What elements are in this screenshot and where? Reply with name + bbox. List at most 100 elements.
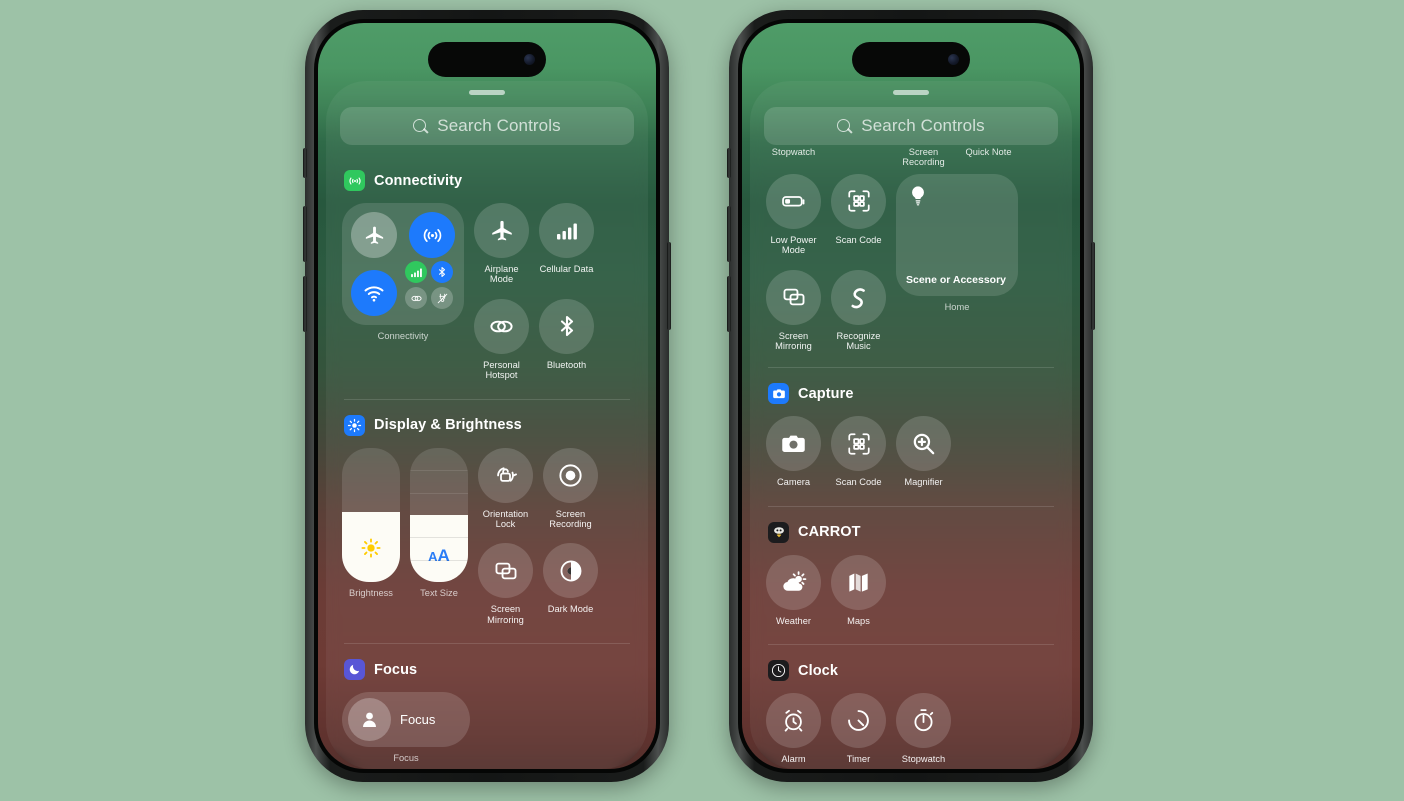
tile-alarm[interactable]: Alarm [766,693,821,764]
tile-weather[interactable]: Weather [766,554,821,626]
section-header-focus: Focus [344,659,632,681]
connectivity-module-wrap: Connectivity [342,203,464,381]
tile-label: Cellular Data [539,264,594,274]
right-screen: Search Controls Stopwatch Screen Recordi… [742,23,1080,769]
tile-label: Alarm [781,754,806,765]
bluetooth-icon [539,298,594,354]
volume-up-button[interactable] [727,206,731,262]
record-icon [543,447,598,503]
section-divider [768,505,1054,507]
carrot-app-icon [768,521,789,543]
tile-camera[interactable]: Camera [766,416,821,487]
tile-label: Weather [776,615,811,626]
display-controls: Brightness AA Text Size Orientation Lock… [342,447,632,626]
tile-label: Dark Mode [547,604,594,615]
carrot-tiles: Weather Maps [766,554,1056,626]
tile-cellular-data[interactable]: Cellular Data [539,203,594,285]
bluetooth-toggle[interactable] [431,261,453,283]
tile-label: Airplane Mode [484,264,519,285]
control-center-sheet: Search Controls Stopwatch Screen Recordi… [750,81,1072,769]
clock-app-icon [768,660,789,682]
volume-down-button[interactable] [303,276,307,332]
widget-caption: Home [944,301,970,312]
airplane-mode-toggle[interactable] [351,212,397,258]
sun-icon [360,537,382,564]
connectivity-tiles: Airplane Mode Cellular Data Personal Hot… [474,203,594,381]
home-tiles-row-1: Low Power Mode Scan Code [766,173,886,256]
brightness-slider[interactable] [342,447,400,582]
clipped-label-stopwatch: Stopwatch [771,147,816,157]
connectivity-tiles-row-1: Airplane Mode Cellular Data [474,203,594,285]
tile-label: Personal Hotspot [483,359,520,381]
camera-icon [766,416,821,472]
section-title: Focus [374,661,418,678]
section-title: CARROT [798,524,861,541]
home-top-controls: Low Power Mode Scan Code Screen Mirrorin… [766,173,1056,352]
focus-pill-label: Focus [400,712,436,728]
section-header-display: Display & Brightness [344,414,632,436]
connectivity-module[interactable] [342,203,464,325]
dynamic-island [428,42,546,77]
clock-tiles: Alarm Timer Stopwatch [766,693,1056,764]
connectivity-controls: Connectivity Airplane Mode Cellular Data… [342,203,632,381]
qr-scan-icon [831,173,886,229]
camera-icon [768,383,789,405]
scene-or-accessory-widget[interactable]: Scene or Accessory [896,173,1018,296]
search-input[interactable]: Search Controls [764,107,1058,145]
search-placeholder: Search Controls [861,116,985,135]
satellite-toggle[interactable] [431,287,453,309]
moon-icon [344,659,365,681]
section-header-carrot: CARROT [768,521,1056,543]
connectivity-module-label: Connectivity [377,331,429,341]
tile-screen-mirroring[interactable]: Screen Mirroring [478,543,533,625]
home-tiles-row-2: Screen Mirroring Recognize Music [766,269,886,352]
tile-label: Screen Recording [549,508,592,530]
tile-label: Scan Code [835,234,882,245]
tile-magnifier[interactable]: Magnifier [896,416,951,487]
timer-icon [831,693,886,749]
tile-scan-code-capture[interactable]: Scan Code [831,416,886,487]
tile-personal-hotspot[interactable]: Personal Hotspot [474,298,529,381]
silence-switch[interactable] [727,148,731,178]
silence-switch[interactable] [303,148,307,178]
focus-toggle[interactable]: Focus [342,692,470,748]
focus-control-wrap: Focus Focus [342,692,470,763]
sheet-grabber[interactable] [893,90,929,95]
capture-tiles: Camera Scan Code Magnifier [766,416,1056,487]
volume-down-button[interactable] [727,276,731,332]
airplane-icon [474,203,529,258]
brightness-icon [344,414,365,436]
tile-timer[interactable]: Timer [831,693,886,764]
cellular-bars-icon [539,203,594,258]
power-button[interactable] [1091,242,1095,330]
right-phone: Search Controls Stopwatch Screen Recordi… [727,10,1095,782]
tile-screen-mirroring-home[interactable]: Screen Mirroring [766,269,821,352]
tile-low-power-mode[interactable]: Low Power Mode [766,173,821,256]
search-icon [413,118,428,134]
tile-label: Stopwatch [901,754,946,765]
cellular-data-toggle[interactable] [405,261,427,283]
tile-scan-code-home[interactable]: Scan Code [831,173,886,256]
tile-airplane-mode[interactable]: Airplane Mode [474,203,529,285]
screen-mirroring-icon [478,543,533,599]
airdrop-toggle[interactable] [409,212,455,258]
sheet-grabber[interactable] [469,90,505,95]
tile-stopwatch[interactable]: Stopwatch [896,693,951,764]
tile-recognize-music[interactable]: Recognize Music [831,269,886,352]
connectivity-tiles-row-2: Personal Hotspot Bluetooth [474,298,594,381]
controls-scroll-area[interactable]: Stopwatch Screen Recording Quick Note Lo… [750,147,1072,769]
widget-label: Scene or Accessory [906,273,1007,286]
tile-dark-mode[interactable]: Dark Mode [543,543,598,625]
wifi-toggle[interactable] [351,270,397,316]
power-button[interactable] [667,242,671,330]
hotspot-link-icon [474,298,529,354]
tile-orientation-lock[interactable]: Orientation Lock [478,447,533,530]
tile-screen-recording[interactable]: Screen Recording [543,447,598,530]
tile-bluetooth[interactable]: Bluetooth [539,298,594,381]
text-size-slider[interactable]: AA [410,447,468,582]
tile-maps[interactable]: Maps [831,554,886,626]
controls-scroll-area[interactable]: Connectivity Connectivity Airplane Mode … [326,155,648,769]
search-input[interactable]: Search Controls [340,107,634,145]
vpn-toggle[interactable] [405,287,427,309]
volume-up-button[interactable] [303,206,307,262]
